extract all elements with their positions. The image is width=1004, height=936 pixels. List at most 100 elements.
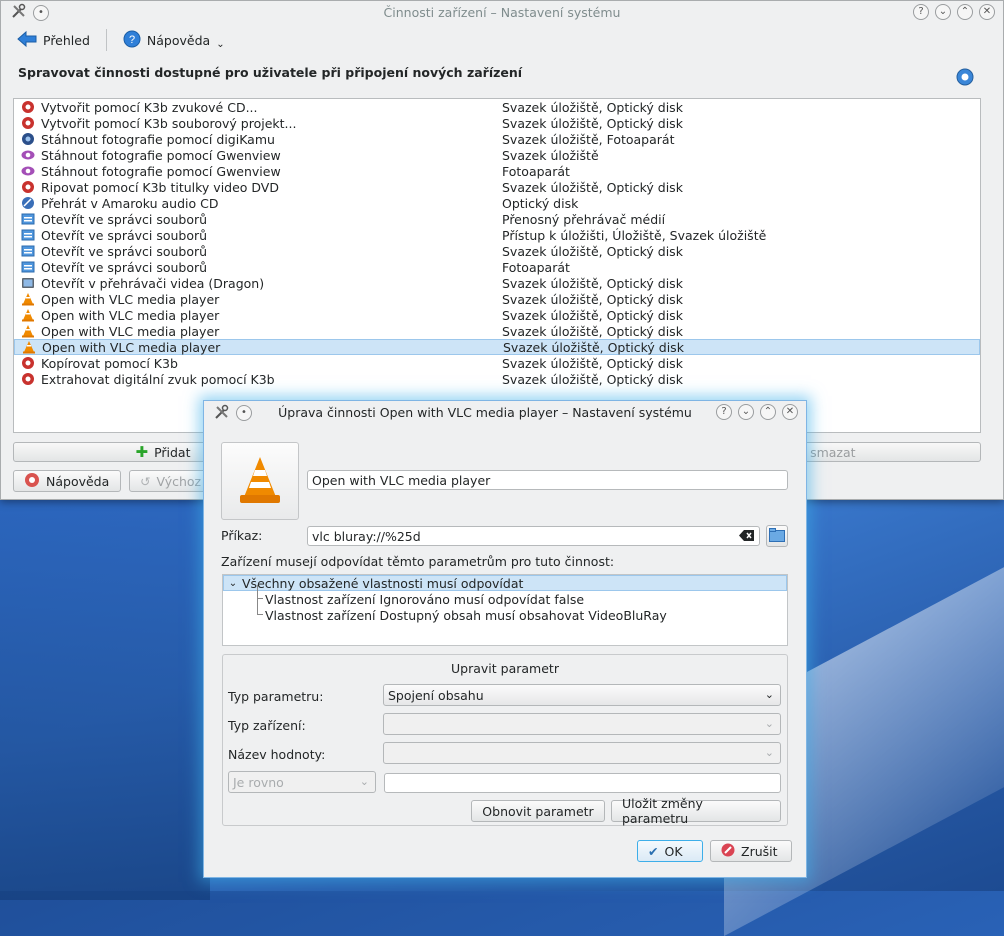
tree-branch-line bbox=[257, 599, 263, 615]
chevron-down-icon: ⌄ bbox=[764, 688, 774, 701]
match-label: Zařízení musejí odpovídat těmto parametr… bbox=[221, 554, 615, 569]
folder-icon bbox=[769, 527, 785, 545]
gwenview-icon bbox=[20, 148, 36, 162]
action-icon-button[interactable] bbox=[221, 442, 299, 520]
list-item[interactable]: Open with VLC media player Svazek úložišt… bbox=[14, 339, 980, 355]
tree-row-root[interactable]: ⌄ Všechny obsažené vlastnosti musí odpov… bbox=[223, 575, 787, 591]
help-icon[interactable]: ? bbox=[913, 4, 929, 20]
reset-parameter-button[interactable]: Obnovit parametr bbox=[471, 800, 605, 822]
command-field[interactable]: vlc bluray://%25d bbox=[307, 526, 760, 546]
back-arrow-icon bbox=[17, 30, 37, 51]
tree-row-child[interactable]: Vlastnost zařízení Dostupný obsah musí o… bbox=[223, 599, 787, 623]
list-item[interactable]: Stáhnout fotografie pomocí Gwenview Svaze… bbox=[14, 147, 980, 163]
tree-row-child[interactable]: Vlastnost zařízení Ignorováno musí odpov… bbox=[223, 585, 787, 607]
cancel-button[interactable]: Zrušit bbox=[710, 840, 792, 862]
help-button-label: Nápověda bbox=[46, 473, 110, 489]
dialog-help-icon[interactable]: ? bbox=[716, 404, 732, 420]
action-devices: Svazek úložiště, Optický disk bbox=[502, 371, 683, 387]
list-item[interactable]: Otevřít ve správci souborů Svazek úložišt… bbox=[14, 243, 980, 259]
browse-button[interactable] bbox=[766, 525, 788, 547]
dialog-maximize-icon[interactable]: ⌃ bbox=[760, 404, 776, 420]
list-item[interactable]: Stáhnout fotografie pomocí digiKamu Svaze… bbox=[14, 131, 980, 147]
svg-text:?: ? bbox=[129, 34, 135, 46]
action-devices: Svazek úložiště, Optický disk bbox=[502, 179, 683, 195]
action-name: Stáhnout fotografie pomocí digiKamu bbox=[41, 131, 275, 147]
dialog-pin-icon[interactable]: • bbox=[236, 405, 252, 421]
param-type-value: Spojení obsahu bbox=[388, 687, 484, 703]
device-type-combo[interactable]: ⌄ bbox=[383, 713, 781, 735]
pin-icon[interactable]: • bbox=[33, 4, 49, 21]
dialog-minimize-icon[interactable]: ⌄ bbox=[738, 404, 754, 420]
action-name: Kopírovat pomocí K3b bbox=[41, 355, 178, 371]
action-devices: Svazek úložiště, Optický disk bbox=[502, 115, 683, 131]
overview-button[interactable]: Přehled bbox=[11, 28, 96, 53]
k3b-icon bbox=[20, 100, 36, 114]
tools-icon[interactable] bbox=[11, 3, 27, 22]
list-item[interactable]: Vytvořit pomocí K3b zvukové CD... Svazek … bbox=[14, 99, 980, 115]
comparison-value: Je rovno bbox=[233, 774, 284, 790]
list-item[interactable]: Open with VLC media player Svazek úložišt… bbox=[14, 307, 980, 323]
tree-branch-line bbox=[257, 585, 263, 599]
list-item[interactable]: Otevřít ve správci souborů Přístup k úlož… bbox=[14, 227, 980, 243]
vlc-icon bbox=[20, 324, 36, 338]
device-type-label: Typ zařízení: bbox=[228, 718, 306, 733]
actions-list[interactable]: Vytvořit pomocí K3b zvukové CD... Svazek … bbox=[13, 98, 981, 433]
predicate-tree[interactable]: ⌄ Všechny obsažené vlastnosti musí odpov… bbox=[222, 574, 788, 646]
param-type-combo[interactable]: Spojení obsahu ⌄ bbox=[383, 684, 781, 706]
chevron-down-icon: ⌄ bbox=[216, 38, 225, 50]
list-item[interactable]: Vytvořit pomocí K3b souborový projekt...… bbox=[14, 115, 980, 131]
dragon-icon bbox=[20, 276, 36, 290]
action-name: Vytvořit pomocí K3b zvukové CD... bbox=[41, 99, 258, 115]
close-icon[interactable]: ✕ bbox=[979, 4, 995, 20]
list-item[interactable]: Otevřít v přehrávači videa (Dragon) Svaze… bbox=[14, 275, 980, 291]
help-button[interactable]: Nápověda bbox=[13, 470, 121, 492]
list-item[interactable]: Otevřít ve správci souborů Přenosný přehr… bbox=[14, 211, 980, 227]
dialog-tools-icon[interactable] bbox=[214, 404, 230, 423]
action-devices: Svazek úložiště, Fotoaparát bbox=[502, 131, 675, 147]
collapse-arrow-icon[interactable]: ⌄ bbox=[224, 578, 242, 589]
action-devices: Svazek úložiště, Optický disk bbox=[503, 339, 684, 355]
value-field[interactable] bbox=[384, 773, 781, 793]
list-item[interactable]: Open with VLC media player Svazek úložišt… bbox=[14, 291, 980, 307]
help-menu-button[interactable]: ? Nápověda ⌄ bbox=[117, 28, 231, 53]
k3b-icon bbox=[20, 180, 36, 194]
clear-text-icon[interactable] bbox=[739, 529, 755, 545]
list-item[interactable]: Přehrát v Amaroku audio CD Optický disk bbox=[14, 195, 980, 211]
dialog-title: Úprava činnosti Open with VLC media play… bbox=[278, 405, 692, 420]
dialog-close-icon[interactable]: ✕ bbox=[782, 404, 798, 420]
action-name-field[interactable]: Open with VLC media player bbox=[307, 470, 788, 490]
action-devices: Přístup k úložišti, Úložiště, Svazek úlo… bbox=[502, 227, 767, 243]
k3b-icon bbox=[20, 372, 36, 386]
dialog-titlebar: • Úprava činnosti Open with VLC media pl… bbox=[204, 401, 806, 425]
defaults-button[interactable]: ↺ Výchoz bbox=[129, 470, 209, 492]
param-type-label: Typ parametru: bbox=[228, 689, 324, 704]
action-name: Vytvořit pomocí K3b souborový projekt... bbox=[41, 115, 297, 131]
command-value: vlc bluray://%25d bbox=[312, 528, 421, 544]
tree-child-label: Vlastnost zařízení Dostupný obsah musí o… bbox=[265, 607, 667, 623]
maximize-icon[interactable]: ⌃ bbox=[957, 4, 973, 20]
vlc-icon bbox=[21, 340, 37, 354]
action-name: Open with VLC media player bbox=[41, 307, 220, 323]
list-item[interactable]: Extrahovat digitální zvuk pomocí K3b Svaz… bbox=[14, 371, 980, 387]
list-item[interactable]: Ripovat pomocí K3b titulky video DVD Svaz… bbox=[14, 179, 980, 195]
file-manager-icon bbox=[20, 228, 36, 242]
command-label: Příkaz: bbox=[221, 528, 263, 543]
ok-button[interactable]: ✔ OK bbox=[637, 840, 703, 862]
group-title: Upravit parametr bbox=[451, 661, 559, 676]
list-item[interactable]: Otevřít ve správci souborů Fotoaparát bbox=[14, 259, 980, 275]
minimize-icon[interactable]: ⌄ bbox=[935, 4, 951, 20]
action-devices: Svazek úložiště, Optický disk bbox=[502, 275, 683, 291]
list-item[interactable]: Open with VLC media player Svazek úložišt… bbox=[14, 323, 980, 339]
list-item[interactable]: Stáhnout fotografie pomocí Gwenview Fotoa… bbox=[14, 163, 980, 179]
action-name-value: Open with VLC media player bbox=[312, 472, 491, 488]
value-name-combo[interactable]: ⌄ bbox=[383, 742, 781, 764]
chevron-down-icon: ⌄ bbox=[764, 746, 774, 759]
help-menu-label: Nápověda bbox=[146, 32, 211, 48]
gear-icon[interactable] bbox=[955, 67, 975, 90]
action-name: Stáhnout fotografie pomocí Gwenview bbox=[41, 147, 281, 163]
list-item[interactable]: Kopírovat pomocí K3b Svazek úložiště, Opt… bbox=[14, 355, 980, 371]
action-name: Přehrát v Amaroku audio CD bbox=[41, 195, 219, 211]
comparison-combo[interactable]: Je rovno ⌄ bbox=[228, 771, 376, 793]
reset-parameter-label: Obnovit parametr bbox=[482, 803, 594, 819]
save-parameter-button[interactable]: Uložit změny parametru bbox=[611, 796, 781, 826]
